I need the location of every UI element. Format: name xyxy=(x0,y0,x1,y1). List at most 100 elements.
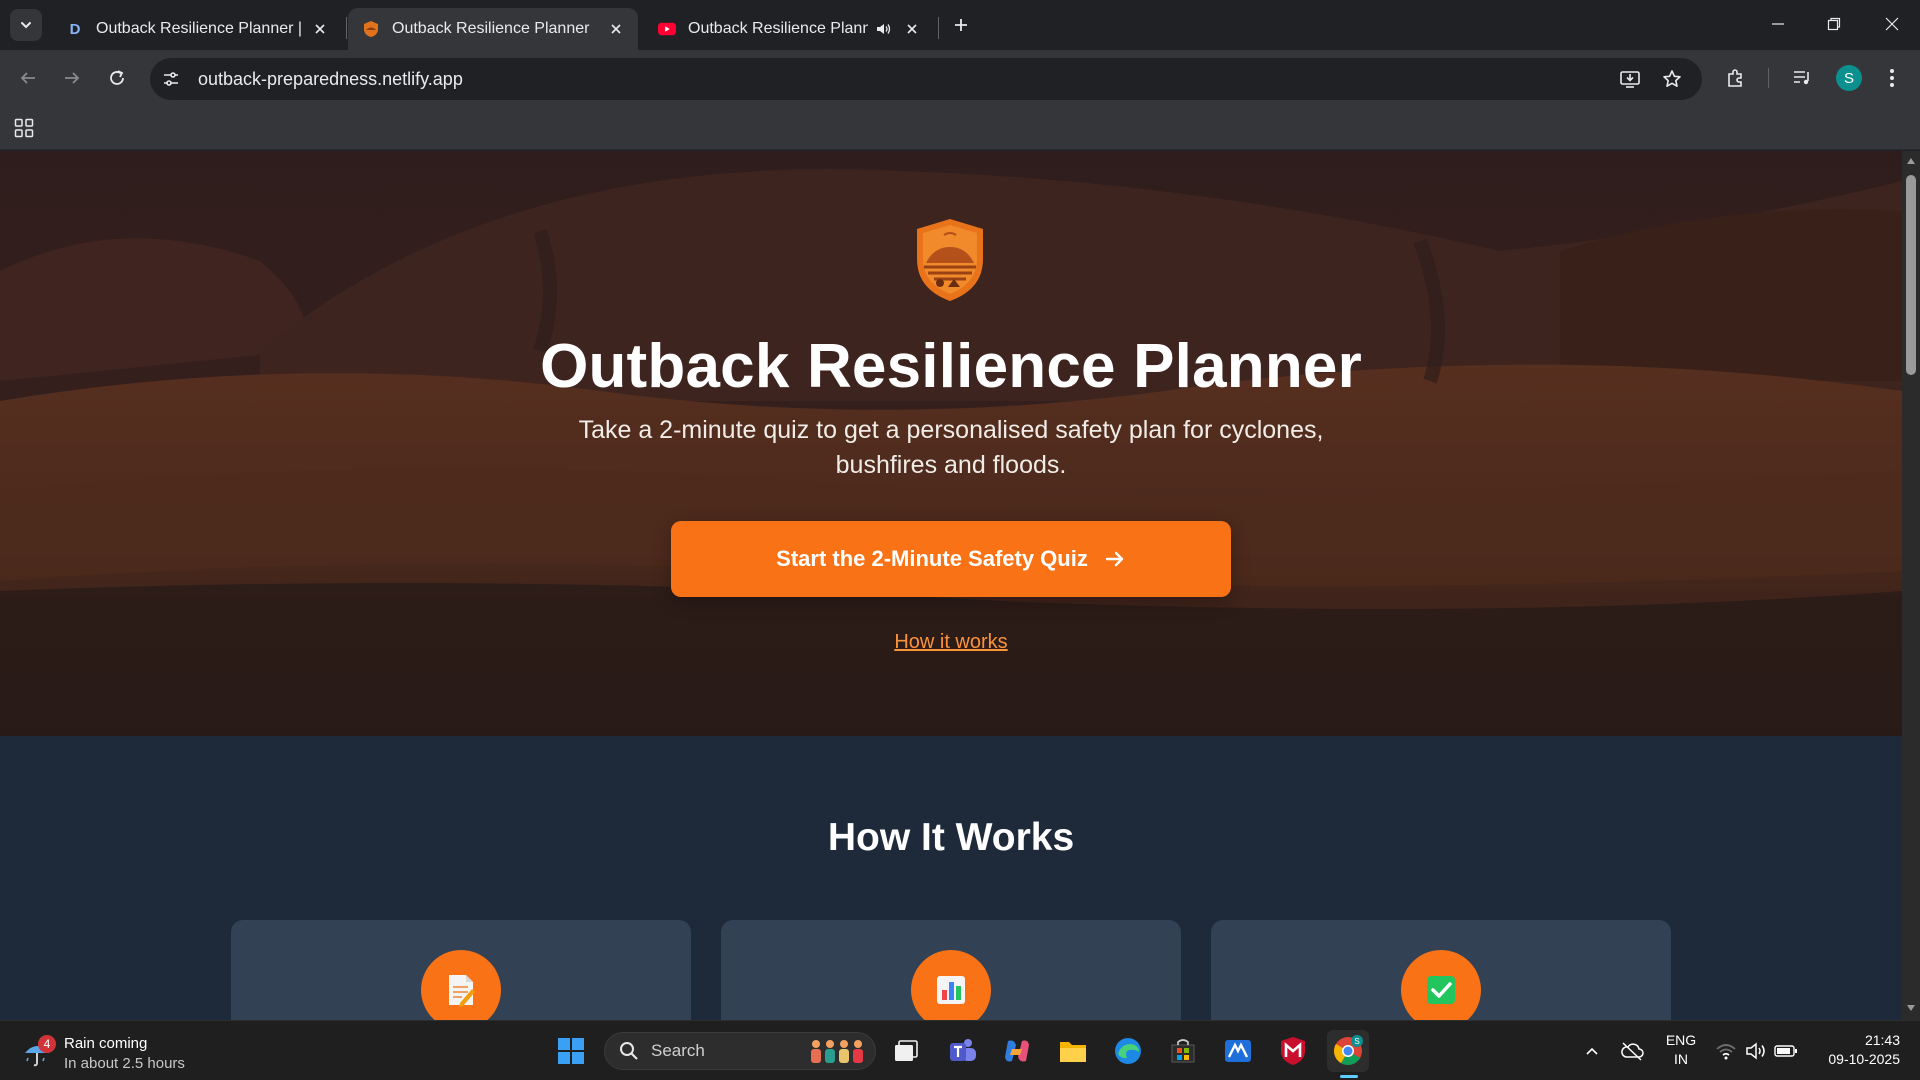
tab-3-title: Outback Resilience Planner xyxy=(688,20,868,37)
close-window-button[interactable] xyxy=(1864,0,1920,48)
close-icon[interactable] xyxy=(606,19,626,39)
bookmark-star-button[interactable] xyxy=(1656,63,1688,95)
arrow-right-icon xyxy=(65,72,80,84)
store-icon xyxy=(1171,1039,1195,1063)
close-icon[interactable] xyxy=(310,19,330,39)
weather-widget[interactable]: 4 Rain coming In about 2.5 hours xyxy=(22,1029,222,1073)
teams-app-button[interactable] xyxy=(942,1030,984,1072)
show-hidden-icons-button[interactable] xyxy=(1578,1037,1606,1065)
tune-icon xyxy=(164,72,178,86)
restore-icon xyxy=(1827,17,1841,31)
apps-grid-icon xyxy=(14,118,34,138)
task-view-button[interactable] xyxy=(885,1030,927,1072)
close-icon xyxy=(1885,17,1899,31)
profile-avatar[interactable]: S xyxy=(1836,65,1862,91)
tab-1-title: Outback Resilience Planner | De xyxy=(96,20,302,37)
windows-logo-icon xyxy=(558,1038,584,1064)
reload-icon xyxy=(110,70,124,85)
media-controls-button[interactable] xyxy=(1786,62,1818,94)
address-bar[interactable]: outback-preparedness.netlify.app xyxy=(150,58,1702,100)
active-app-indicator xyxy=(1340,1075,1358,1078)
file-explorer-button[interactable] xyxy=(1052,1030,1094,1072)
copilot-app-button[interactable] xyxy=(996,1030,1038,1072)
volume-icon xyxy=(1746,1042,1765,1060)
plus-icon xyxy=(955,19,967,31)
cloud-offline-icon xyxy=(1621,1042,1644,1061)
store-app-button[interactable] xyxy=(1162,1030,1204,1072)
copilot-icon xyxy=(1005,1040,1029,1062)
mail-app-icon xyxy=(1225,1040,1251,1062)
step-card-1 xyxy=(231,920,691,1020)
speaker-icon[interactable] xyxy=(874,19,894,39)
start-quiz-label: Start the 2-Minute Safety Quiz xyxy=(776,546,1088,571)
taskbar-search-box[interactable]: Search xyxy=(604,1032,876,1070)
chrome-menu-button[interactable] xyxy=(1876,62,1908,94)
queue-music-icon xyxy=(1794,71,1809,85)
reload-button[interactable] xyxy=(101,62,133,94)
language-line-2: IN xyxy=(1674,1051,1688,1067)
battery-button[interactable] xyxy=(1772,1037,1800,1065)
volume-button[interactable] xyxy=(1742,1037,1770,1065)
weather-headline: Rain coming xyxy=(64,1035,148,1052)
memo-icon xyxy=(449,975,475,1007)
page-scrollbar[interactable] xyxy=(1902,151,1920,1020)
arrow-right-icon xyxy=(1104,548,1126,570)
close-icon[interactable] xyxy=(902,19,922,39)
step-badge xyxy=(421,950,501,1020)
hero-section: Outback Resilience Planner Take a 2-minu… xyxy=(0,151,1902,736)
hero-subtitle: Take a 2-minute quiz to get a personalis… xyxy=(578,416,1324,479)
taskbar-clock[interactable]: 21:43 09-10-2025 xyxy=(1810,1031,1900,1069)
uluru-shield-logo xyxy=(917,219,983,301)
tab-2[interactable]: Outback Resilience Planner xyxy=(348,8,638,50)
how-it-works-link-label[interactable]: How it works xyxy=(894,631,1007,653)
scroll-up-icon[interactable] xyxy=(1905,155,1917,167)
browser-toolbar: outback-preparedness.netlify.app S xyxy=(0,50,1920,106)
weather-detail: In about 2.5 hours xyxy=(64,1055,185,1072)
edge-icon xyxy=(1115,1038,1141,1064)
teams-icon xyxy=(950,1039,976,1061)
how-it-works-section: How It Works xyxy=(0,736,1902,1020)
chrome-app-button[interactable]: S xyxy=(1327,1030,1369,1072)
url-text[interactable]: outback-preparedness.netlify.app xyxy=(198,69,463,90)
tab-1[interactable]: D Outback Resilience Planner | De xyxy=(52,8,342,50)
battery-icon xyxy=(1774,1045,1797,1057)
start-quiz-button[interactable]: Start the 2-Minute Safety Quiz xyxy=(671,521,1231,597)
onedrive-button[interactable] xyxy=(1618,1037,1646,1065)
how-it-works-link[interactable]: How it works xyxy=(0,631,1902,654)
site-info-button[interactable] xyxy=(154,62,188,96)
toolbar-separator xyxy=(1768,68,1769,88)
weather-alert-badge: 4 xyxy=(38,1035,56,1053)
windows-taskbar: 4 Rain coming In about 2.5 hours Search xyxy=(0,1020,1920,1080)
extensions-button[interactable] xyxy=(1720,62,1752,94)
minimize-icon xyxy=(1772,23,1784,25)
forward-button[interactable] xyxy=(56,62,88,94)
tab-search-button[interactable] xyxy=(10,9,42,41)
task-view-icon xyxy=(895,1040,918,1061)
arrow-left-icon xyxy=(20,72,35,84)
clock-time: 21:43 xyxy=(1864,1032,1900,1048)
scroll-down-icon[interactable] xyxy=(1905,1002,1917,1014)
mcafee-shield-icon xyxy=(1281,1037,1305,1065)
install-icon xyxy=(1620,71,1640,88)
folder-icon xyxy=(1060,1042,1086,1062)
tab-letter: D xyxy=(69,20,81,38)
language-indicator[interactable]: ENG IN xyxy=(1664,1031,1698,1069)
start-button[interactable] xyxy=(550,1030,592,1072)
apps-button[interactable] xyxy=(12,116,36,140)
more-vert-icon xyxy=(1890,69,1894,87)
mcafee-app-button[interactable] xyxy=(1272,1030,1314,1072)
hero-title: Outback Resilience Planner xyxy=(540,332,1362,401)
edge-app-button[interactable] xyxy=(1107,1030,1149,1072)
minimize-button[interactable] xyxy=(1750,0,1806,48)
youtube-icon xyxy=(658,20,676,38)
install-app-button[interactable] xyxy=(1614,63,1646,95)
restore-button[interactable] xyxy=(1806,0,1862,48)
outlook-app-button[interactable] xyxy=(1217,1030,1259,1072)
back-button[interactable] xyxy=(12,62,44,94)
scrollbar-thumb[interactable] xyxy=(1906,175,1916,375)
tab-3[interactable]: Outback Resilience Planner xyxy=(644,8,934,50)
section-title: How It Works xyxy=(827,816,1075,859)
new-tab-button[interactable] xyxy=(948,12,974,38)
chrome-icon: S xyxy=(1334,1035,1363,1065)
wifi-button[interactable] xyxy=(1712,1037,1740,1065)
